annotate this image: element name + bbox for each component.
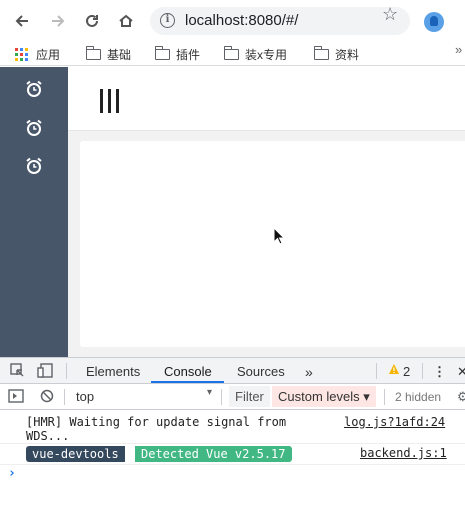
devtools-tab-bar: Elements Console Sources » 2 ⋮ ✕ — [0, 358, 465, 384]
forward-arrow-icon[interactable] — [48, 11, 68, 31]
bookmark-folder[interactable]: 装x专用 — [223, 46, 288, 63]
devtools-panel: Elements Console Sources » 2 ⋮ ✕ top ▾ F… — [0, 357, 465, 527]
inspect-element-icon[interactable] — [10, 363, 25, 381]
folder-icon — [154, 46, 170, 60]
reload-icon[interactable] — [82, 11, 102, 31]
close-devtools-icon[interactable]: ✕ — [457, 364, 465, 380]
hidden-messages-count: 2 hidden — [395, 390, 442, 404]
tab-console[interactable]: Console — [164, 364, 212, 379]
log-levels-dropdown[interactable]: Custom levels ▾ — [272, 386, 376, 407]
app-viewport — [0, 67, 465, 357]
alarm-clock-icon[interactable] — [25, 119, 43, 137]
log-source-link[interactable]: log.js?1afd:24 — [344, 415, 445, 429]
warning-icon[interactable] — [388, 363, 400, 378]
tab-sources[interactable]: Sources — [237, 364, 285, 379]
context-selector[interactable]: top — [76, 389, 94, 404]
home-icon[interactable] — [116, 11, 136, 31]
bookmark-label: 资料 — [335, 48, 360, 62]
bookmark-label: 基础 — [107, 48, 132, 62]
folder-icon — [85, 46, 101, 60]
clear-console-icon[interactable] — [40, 389, 54, 406]
bookmark-folder[interactable]: 基础 — [85, 46, 132, 63]
folder-icon — [223, 46, 239, 60]
address-bar[interactable]: i localhost:8080/#/ — [150, 7, 410, 35]
bookmark-folder[interactable]: 资料 — [313, 46, 360, 63]
menu-toggle-icon[interactable] — [100, 89, 119, 113]
log-text-line2: WDS... — [26, 429, 70, 443]
alarm-clock-icon[interactable] — [25, 157, 43, 175]
apps-grid-icon — [15, 48, 28, 61]
more-options-icon[interactable]: ⋮ — [433, 364, 446, 380]
alarm-clock-icon[interactable] — [25, 80, 43, 98]
folder-icon — [313, 46, 329, 60]
bookmark-folder[interactable]: 插件 — [154, 46, 201, 63]
console-message: [HMR] Waiting for update signal from WDS… — [0, 414, 465, 444]
bookmarks-bar: 应用 基础 插件 装x专用 资料 » — [0, 40, 465, 66]
site-info-icon[interactable]: i — [160, 13, 175, 28]
console-filter-bar: top ▾ Filter Custom levels ▾ 2 hidden ⚙ — [0, 384, 465, 410]
bookmark-label: 装x专用 — [245, 48, 288, 62]
bookmark-label: 应用 — [36, 48, 61, 62]
context-dropdown-icon[interactable]: ▾ — [207, 387, 212, 398]
sidebar-toggle-icon[interactable] — [8, 389, 24, 406]
sidebar — [0, 67, 68, 357]
bookmark-apps[interactable]: 应用 — [15, 46, 60, 63]
bookmark-star-icon[interactable]: ☆ — [382, 4, 398, 25]
active-tab-indicator — [151, 381, 224, 383]
back-arrow-icon[interactable] — [12, 11, 32, 31]
filter-input[interactable]: Filter — [229, 386, 270, 407]
vue-devtools-badge: vue-devtools — [26, 446, 125, 462]
profile-avatar[interactable] — [424, 12, 444, 32]
tab-elements[interactable]: Elements — [86, 364, 140, 379]
log-text-line1: [HMR] Waiting for update signal from — [26, 415, 287, 429]
log-source-link[interactable]: backend.js:1 — [360, 446, 447, 460]
device-toolbar-icon[interactable] — [37, 363, 53, 381]
vue-version-badge: Detected Vue v2.5.17 — [135, 446, 292, 462]
main-content — [68, 131, 465, 357]
console-settings-icon[interactable]: ⚙ — [457, 389, 465, 405]
more-tabs-icon[interactable]: » — [305, 364, 313, 380]
console-prompt[interactable]: › — [8, 466, 16, 481]
app-header — [68, 67, 465, 131]
warning-count[interactable]: 2 — [403, 364, 410, 379]
browser-toolbar: i localhost:8080/#/ ☆ — [0, 0, 465, 40]
bookmarks-overflow-icon[interactable]: » — [455, 42, 462, 57]
url-text[interactable]: localhost:8080/#/ — [185, 12, 298, 29]
mouse-cursor-icon — [273, 226, 286, 250]
bookmark-label: 插件 — [176, 48, 201, 62]
